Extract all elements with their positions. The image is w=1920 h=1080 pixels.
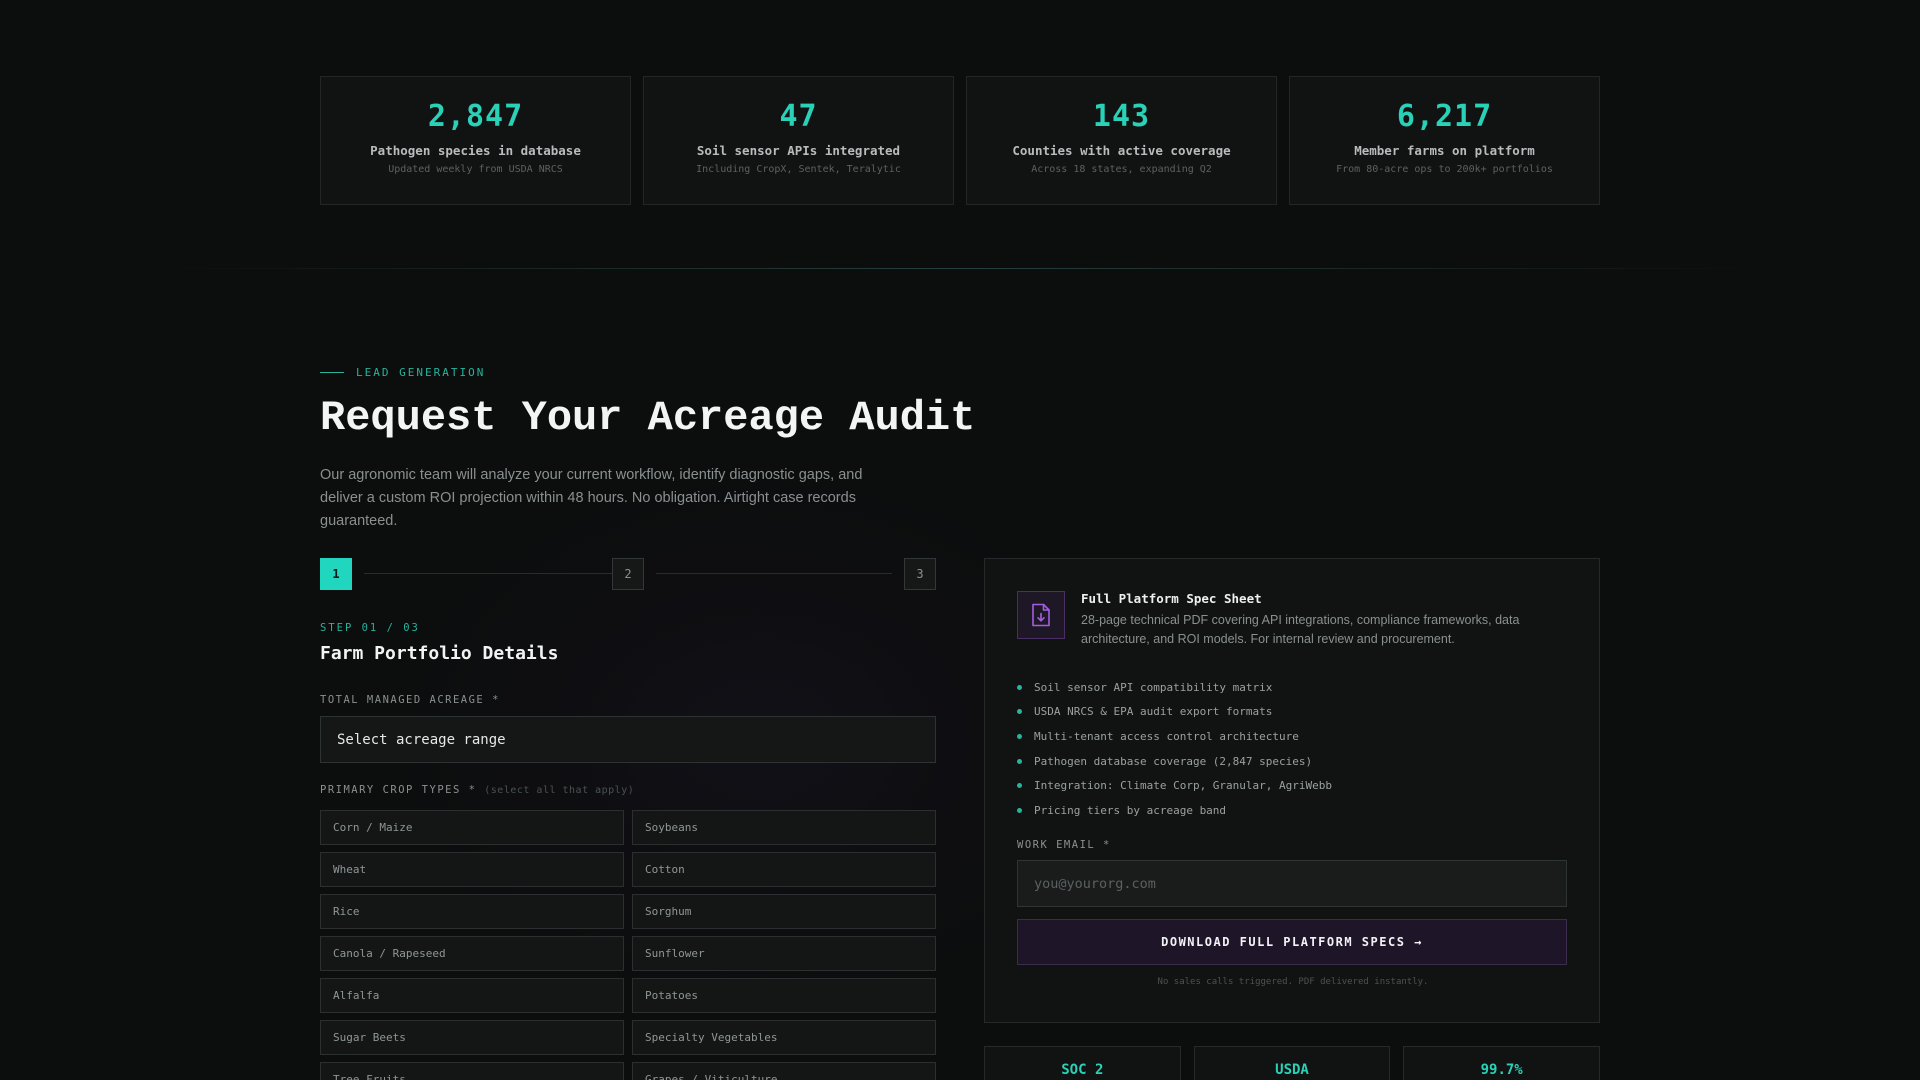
- crop-option-soybeans[interactable]: Soybeans: [632, 810, 936, 845]
- bullet-icon: [1017, 758, 1022, 764]
- crop-types-hint: (select all that apply): [484, 785, 635, 796]
- form-section-title: Farm Portfolio Details: [320, 643, 559, 664]
- spec-sheet-card: Full Platform Spec Sheet 28-page technic…: [984, 558, 1600, 1023]
- step-2-indicator[interactable]: 2: [612, 558, 644, 590]
- stat-value: 6,217: [1396, 99, 1493, 134]
- step-label: STEP 01 / 03: [320, 622, 420, 634]
- feature-text: Pathogen database coverage (2,847 specie…: [1034, 754, 1313, 768]
- form-stepper: 1 2 3: [320, 558, 936, 590]
- acreage-select[interactable]: Select acreage range: [320, 716, 936, 763]
- stat-subtext: From 80-acre ops to 200k+ portfolios: [1336, 164, 1553, 175]
- bullet-icon: [1017, 807, 1022, 813]
- page: 2,847 Pathogen species in database Updat…: [0, 0, 1920, 1080]
- bullet-icon: [1017, 783, 1022, 789]
- acreage-label: TOTAL MANAGED ACREAGE *: [320, 694, 500, 706]
- crop-option-alfalfa[interactable]: Alfalfa: [320, 978, 624, 1013]
- list-item: Soil sensor API compatibility matrix: [1017, 675, 1332, 700]
- stat-label: Soil sensor APIs integrated: [696, 143, 901, 158]
- download-specs-button[interactable]: DOWNLOAD FULL PLATFORM SPECS →: [1017, 919, 1567, 965]
- crop-option-grapes[interactable]: Grapes / Viticulture: [632, 1062, 936, 1080]
- crop-types-label: PRIMARY CROP TYPES * (select all that ap…: [320, 784, 634, 796]
- bullet-icon: [1017, 684, 1022, 690]
- stat-card-member-farms: 6,217 Member farms on platform From 80-a…: [1289, 76, 1600, 205]
- intro-paragraph: Our agronomic team will analyze your cur…: [320, 467, 863, 529]
- crop-option-canola[interactable]: Canola / Rapeseed: [320, 936, 624, 971]
- document-download-icon: [1017, 591, 1065, 639]
- feature-text: Soil sensor API compatibility matrix: [1034, 680, 1273, 694]
- eyebrow-line: [320, 372, 344, 373]
- stat-subtext: Updated weekly from USDA NRCS: [388, 164, 563, 175]
- stat-card-pathogens: 2,847 Pathogen species in database Updat…: [320, 76, 631, 205]
- crop-option-rice[interactable]: Rice: [320, 894, 624, 929]
- stat-value: 2,847: [427, 99, 524, 134]
- crop-option-wheat[interactable]: Wheat: [320, 852, 624, 887]
- trust-badges: SOC 2 USDA 99.7%: [984, 1046, 1601, 1080]
- list-item: Pricing tiers by acreage band: [1017, 798, 1332, 823]
- stat-value: 143: [1092, 99, 1151, 134]
- stat-subtext: Including CropX, Sentek, Teralytic: [696, 164, 901, 175]
- page-title: Request Your Acreage Audit: [320, 394, 976, 442]
- step-1-indicator[interactable]: 1: [320, 558, 352, 590]
- badge-soc2: SOC 2: [984, 1046, 1181, 1080]
- step-connector: [364, 573, 612, 574]
- crop-option-corn[interactable]: Corn / Maize: [320, 810, 624, 845]
- crop-types-label-text: PRIMARY CROP TYPES *: [320, 784, 477, 796]
- stat-value: 47: [779, 99, 818, 134]
- badge-usda: USDA: [1193, 1046, 1391, 1080]
- bullet-icon: [1017, 709, 1022, 715]
- crop-option-potatoes[interactable]: Potatoes: [632, 978, 936, 1013]
- list-item: USDA NRCS & EPA audit export formats: [1017, 700, 1332, 725]
- acreage-select-value: Select acreage range: [337, 731, 506, 748]
- stat-card-counties: 143 Counties with active coverage Across…: [966, 76, 1277, 205]
- feature-text: Pricing tiers by acreage band: [1034, 803, 1227, 817]
- stat-label: Counties with active coverage: [1012, 143, 1231, 158]
- feature-text: Integration: Climate Corp, Granular, Agr…: [1034, 779, 1333, 793]
- spec-sheet-description: 28-page technical PDF covering API integ…: [1081, 613, 1520, 646]
- section-divider: [150, 268, 1770, 269]
- step-connector: [656, 573, 892, 574]
- stats-row: 2,847 Pathogen species in database Updat…: [320, 76, 1600, 205]
- crop-option-sugar-beets[interactable]: Sugar Beets: [320, 1020, 624, 1055]
- stat-card-sensor-apis: 47 Soil sensor APIs integrated Including…: [643, 76, 954, 205]
- badge-uptime: 99.7%: [1403, 1046, 1601, 1080]
- spec-sheet-title: Full Platform Spec Sheet: [1081, 591, 1262, 606]
- stat-label: Pathogen species in database: [370, 143, 581, 158]
- crop-option-cotton[interactable]: Cotton: [632, 852, 936, 887]
- feature-text: Multi-tenant access control architecture: [1034, 729, 1299, 743]
- list-item: Integration: Climate Corp, Granular, Agr…: [1017, 773, 1332, 798]
- eyebrow-text: LEAD GENERATION: [356, 366, 486, 379]
- crop-option-tree-fruits[interactable]: Tree Fruits: [320, 1062, 624, 1080]
- crop-option-sorghum[interactable]: Sorghum: [632, 894, 936, 929]
- section-eyebrow: LEAD GENERATION: [320, 366, 485, 379]
- work-email-input[interactable]: [1017, 860, 1567, 907]
- feature-text: USDA NRCS & EPA audit export formats: [1034, 705, 1273, 719]
- bullet-icon: [1017, 733, 1022, 739]
- stat-subtext: Across 18 states, expanding Q2: [1031, 164, 1212, 175]
- crop-option-sunflower[interactable]: Sunflower: [632, 936, 936, 971]
- step-3-indicator[interactable]: 3: [904, 558, 936, 590]
- work-email-label: WORK EMAIL *: [1017, 839, 1111, 851]
- crop-option-specialty-vegetables[interactable]: Specialty Vegetables: [632, 1020, 936, 1055]
- fine-print: No sales calls triggered. PDF delivered …: [1157, 977, 1429, 987]
- list-item: Multi-tenant access control architecture: [1017, 724, 1332, 749]
- list-item: Pathogen database coverage (2,847 specie…: [1017, 749, 1332, 774]
- crop-options-grid: Corn / Maize Soybeans Wheat Cotton Rice …: [320, 810, 936, 1080]
- spec-feature-list: Soil sensor API compatibility matrix USD…: [1017, 675, 1332, 823]
- stat-label: Member farms on platform: [1354, 143, 1535, 158]
